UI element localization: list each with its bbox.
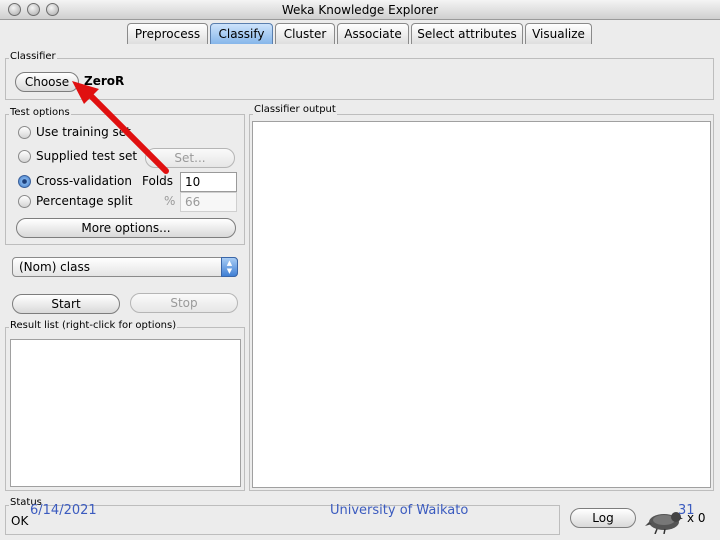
test-options-label: Test options xyxy=(9,107,71,118)
folds-label: Folds xyxy=(142,174,174,188)
tab-select-attributes[interactable]: Select attributes xyxy=(411,23,523,44)
classifier-output-label: Classifier output xyxy=(253,104,337,115)
choose-button[interactable]: Choose xyxy=(15,72,79,92)
supplied-test-set-label: Supplied test set xyxy=(36,149,138,163)
percentage-split-label: Percentage split xyxy=(36,194,133,208)
result-list-panel[interactable] xyxy=(10,339,241,487)
percentage-input[interactable]: 66 xyxy=(180,192,237,212)
window-title: Weka Knowledge Explorer xyxy=(281,3,439,17)
classifier-name: ZeroR xyxy=(84,74,125,88)
classifier-group-label: Classifier xyxy=(9,51,57,62)
footer-date: 6/14/2021 xyxy=(30,503,97,518)
supplied-test-set-radio[interactable] xyxy=(18,150,31,163)
start-button[interactable]: Start xyxy=(12,294,120,314)
tab-preprocess[interactable]: Preprocess xyxy=(127,23,208,44)
tab-cluster[interactable]: Cluster xyxy=(275,23,335,44)
log-button[interactable]: Log xyxy=(570,508,636,528)
tab-associate[interactable]: Associate xyxy=(337,23,409,44)
class-select[interactable]: (Nom) class ▲ ▼ xyxy=(12,257,238,277)
class-select-value: (Nom) class xyxy=(19,260,90,274)
use-training-set-radio[interactable] xyxy=(18,126,31,139)
tab-visualize[interactable]: Visualize xyxy=(525,23,592,44)
percentage-split-radio[interactable] xyxy=(18,195,31,208)
result-list-label: Result list (right-click for options) xyxy=(9,320,178,331)
tab-bar: Preprocess Classify Cluster Associate Se… xyxy=(0,20,720,46)
cross-validation-radio[interactable] xyxy=(18,175,31,188)
use-training-set-label: Use training set xyxy=(36,125,131,139)
updown-arrows-icon: ▲ ▼ xyxy=(221,257,238,277)
weka-explorer-window: Weka Knowledge Explorer Preprocess Class… xyxy=(0,0,720,540)
percent-label: % xyxy=(164,194,176,208)
folds-input[interactable]: 10 xyxy=(180,172,237,192)
status-text: OK xyxy=(11,514,29,528)
classifier-output-panel[interactable] xyxy=(252,121,711,488)
tab-classify[interactable]: Classify xyxy=(210,23,273,44)
cross-validation-label: Cross-validation xyxy=(36,174,132,188)
stop-button[interactable]: Stop xyxy=(130,293,238,313)
footer-institution: University of Waikato xyxy=(330,503,469,518)
footer-page-number: 31 xyxy=(678,503,695,518)
title-bar: Weka Knowledge Explorer xyxy=(0,0,720,20)
set-test-set-button[interactable]: Set... xyxy=(145,148,235,168)
more-options-button[interactable]: More options... xyxy=(16,218,236,238)
